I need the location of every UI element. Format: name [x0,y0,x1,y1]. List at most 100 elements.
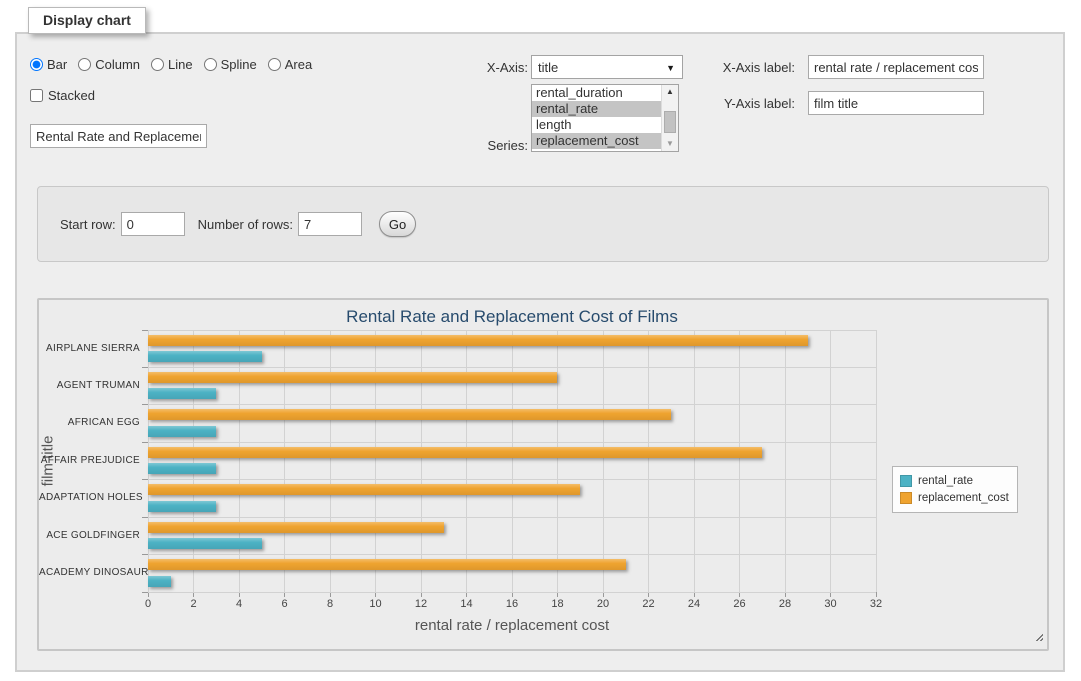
bar-replacement_cost[interactable] [148,484,580,495]
x-axis-title: rental rate / replacement cost [148,617,876,634]
legend-item-replacement_cost[interactable]: replacement_cost [900,489,1009,506]
x-tick-label: 24 [679,598,709,610]
bar-replacement_cost[interactable] [148,447,762,458]
category-label: AIRPLANE SIERRA [39,343,140,354]
stacked-checkbox[interactable] [30,89,43,102]
listbox-scrollbar[interactable]: ▲ ▼ [661,85,678,151]
page: Display chart BarColumnLineSplineArea St… [0,0,1081,681]
y-axis-tick [142,367,148,368]
chart-title-input[interactable] [30,124,207,148]
x-axis-tick [193,592,194,597]
category-label: ADAPTATION HOLES [39,492,140,503]
bar-rental_rate[interactable] [148,576,171,587]
chart-title: Rental Rate and Replacement Cost of Film… [148,307,876,327]
category-label: ACADEMY DINOSAUR [39,567,140,578]
radio-area[interactable] [268,58,281,71]
gridline-vertical [739,330,740,592]
radio-label: Column [95,57,140,72]
bar-replacement_cost[interactable] [148,335,808,346]
radio-label: Spline [221,57,257,72]
x-axis-title-input[interactable] [808,55,984,79]
gridline-vertical [830,330,831,592]
x-axis-select-label: X-Axis: [455,60,528,75]
chart-type-option-bar[interactable]: Bar [30,57,67,72]
chart-type-option-spline[interactable]: Spline [204,57,257,72]
series-select-label: Series: [455,138,528,153]
x-axis-tick [739,592,740,597]
x-axis-tick [284,592,285,597]
gridline-vertical [466,330,467,592]
bar-replacement_cost[interactable] [148,522,444,533]
bar-replacement_cost[interactable] [148,372,557,383]
gridline-vertical [876,330,877,592]
x-tick-label: 0 [133,598,163,610]
bar-rental_rate[interactable] [148,463,216,474]
gridline-vertical [148,330,149,592]
radio-label: Bar [47,57,67,72]
x-axis-tick [648,592,649,597]
x-tick-label: 12 [406,598,436,610]
y-axis-tick [142,330,148,331]
bar-replacement_cost[interactable] [148,409,671,420]
legend-swatch-icon [900,492,912,504]
x-tick-label: 2 [179,598,209,610]
bar-rental_rate[interactable] [148,388,216,399]
chart-type-option-area[interactable]: Area [268,57,312,72]
stacked-checkbox-row[interactable]: Stacked [30,87,95,103]
bar-rental_rate[interactable] [148,426,216,437]
x-axis-select[interactable]: title ▼ [531,55,683,79]
plot-area [148,330,876,592]
gridline-vertical [330,330,331,592]
gridline-horizontal [148,330,876,331]
category-label: ACE GOLDFINGER [39,530,140,541]
legend-label: replacement_cost [918,492,1009,504]
gridline-vertical [785,330,786,592]
chart-type-option-column[interactable]: Column [78,57,140,72]
series-option-length[interactable]: length [532,117,661,133]
x-tick-label: 16 [497,598,527,610]
start-row-input[interactable] [121,212,185,236]
gridline-vertical [694,330,695,592]
series-option-rental_rate[interactable]: rental_rate [532,101,661,117]
series-listbox[interactable]: rental_durationrental_ratelengthreplacem… [531,84,679,152]
scroll-down-icon[interactable]: ▼ [662,137,678,151]
gridline-horizontal [148,517,876,518]
resize-handle-icon[interactable] [1033,631,1043,641]
x-axis-tick [421,592,422,597]
gridline-horizontal [148,367,876,368]
radio-column[interactable] [78,58,91,71]
x-axis-tick [876,592,877,597]
gridline-vertical [239,330,240,592]
series-option-replacement_cost[interactable]: replacement_cost [532,133,661,149]
x-tick-label: 26 [725,598,755,610]
gridline-vertical [648,330,649,592]
bar-rental_rate[interactable] [148,351,262,362]
series-option-rental_duration[interactable]: rental_duration [532,85,661,101]
legend-label: rental_rate [918,475,973,487]
bar-replacement_cost[interactable] [148,559,626,570]
num-rows-input[interactable] [298,212,362,236]
chevron-down-icon: ▼ [666,63,675,73]
chart-type-radio-group: Bar Column Line Spline Area [30,55,312,73]
gridline-vertical [421,330,422,592]
radio-spline[interactable] [204,58,217,71]
radio-bar[interactable] [30,58,43,71]
bar-rental_rate[interactable] [148,538,262,549]
scroll-up-icon[interactable]: ▲ [662,85,678,99]
scrollbar-thumb[interactable] [664,111,676,133]
category-label: AFFAIR PREJUDICE [39,455,140,466]
bar-rental_rate[interactable] [148,501,216,512]
x-axis-tick [557,592,558,597]
x-tick-label: 22 [634,598,664,610]
x-tick-label: 28 [770,598,800,610]
rows-form: Start row: Number of rows: Go [37,186,1049,262]
x-axis-title-label: X-Axis label: [715,60,795,75]
legend-item-rental_rate[interactable]: rental_rate [900,472,1009,489]
x-axis-tick [512,592,513,597]
chart-type-option-line[interactable]: Line [151,57,193,72]
go-button[interactable]: Go [379,211,416,237]
radio-line[interactable] [151,58,164,71]
gridline-horizontal [148,404,876,405]
y-axis-tick [142,592,148,593]
y-axis-title-input[interactable] [808,91,984,115]
